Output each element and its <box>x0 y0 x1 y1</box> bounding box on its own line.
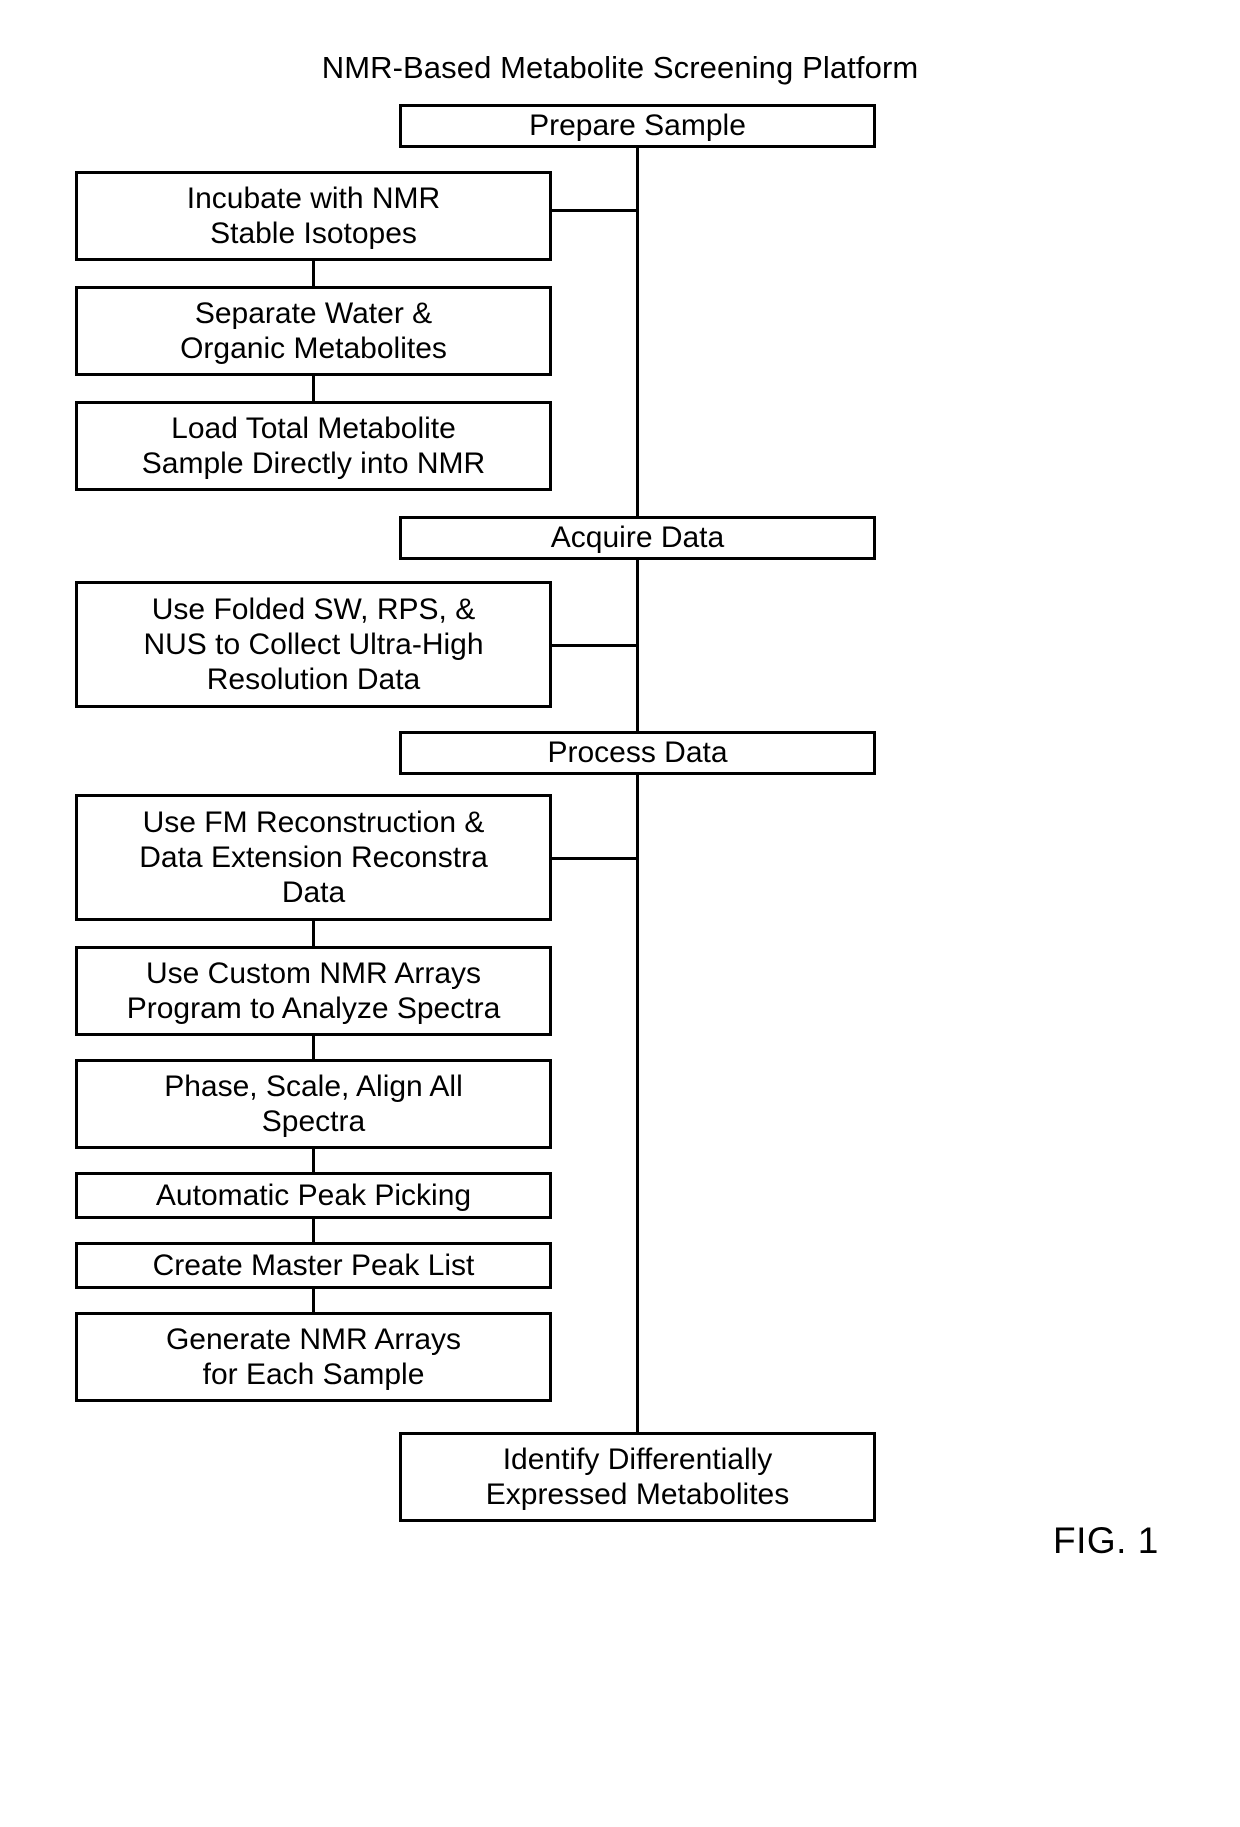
main-spine-segment-1 <box>636 104 639 534</box>
step-line-1: Use FM Reconstruction & <box>142 805 485 839</box>
connector-process-2-to-3 <box>312 1036 315 1059</box>
step-box-incubate-nmr-stable-isotopes[interactable]: Incubate with NMR Stable Isotopes <box>75 171 552 261</box>
step-text-incubate-nmr-stable-isotopes: Incubate with NMR Stable Isotopes <box>84 181 543 251</box>
figure-caption: FIG. 1 <box>1053 1520 1159 1561</box>
stage-box-process-data[interactable]: Process Data <box>399 731 876 775</box>
stage-label-prepare-sample: Prepare Sample <box>529 109 746 143</box>
step-line-2: Organic Metabolites <box>180 332 447 365</box>
step-box-separate-water-organic-metabolites[interactable]: Separate Water & Organic Metabolites <box>75 286 552 376</box>
connector-process-5-to-6 <box>312 1289 315 1312</box>
step-box-generate-nmr-arrays-each-sample[interactable]: Generate NMR Arrays for Each Sample <box>75 1312 552 1402</box>
step-line-1: Use Custom NMR Arrays <box>145 956 482 990</box>
step-text-create-master-peak-list: Create Master Peak List <box>152 1248 475 1282</box>
connector-acquire-branch <box>551 644 638 647</box>
stage-text-identify-differentially-expressed-metabolites: Identify Differentially Expressed Metabo… <box>408 1442 867 1512</box>
step-line-2: Program to Analyze Spectra <box>126 992 501 1025</box>
step-text-separate-water-organic-metabolites: Separate Water & Organic Metabolites <box>84 296 543 366</box>
connector-prepare-branch <box>551 209 638 212</box>
step-box-custom-nmr-arrays-program[interactable]: Use Custom NMR Arrays Program to Analyze… <box>75 946 552 1036</box>
stage-line-1: Identify Differentially <box>502 1442 773 1476</box>
step-line-1: Incubate with NMR <box>186 181 441 215</box>
step-line-2: Spectra <box>261 1105 366 1138</box>
step-line-3: Resolution Data <box>206 663 421 697</box>
step-line-2: NUS to Collect Ultra-High <box>143 627 484 661</box>
connector-process-branch <box>551 857 638 860</box>
step-box-fm-reconstruction-data-extension[interactable]: Use FM Reconstruction & Data Extension R… <box>75 794 552 921</box>
connector-prepare-1-to-2 <box>312 261 315 286</box>
step-text-custom-nmr-arrays-program: Use Custom NMR Arrays Program to Analyze… <box>84 956 543 1026</box>
stage-box-identify-differentially-expressed-metabolites[interactable]: Identify Differentially Expressed Metabo… <box>399 1432 876 1522</box>
step-box-create-master-peak-list[interactable]: Create Master Peak List <box>75 1242 552 1289</box>
step-box-phase-scale-align-spectra[interactable]: Phase, Scale, Align All Spectra <box>75 1059 552 1149</box>
stage-line-2: Expressed Metabolites <box>485 1478 790 1511</box>
step-text-generate-nmr-arrays-each-sample: Generate NMR Arrays for Each Sample <box>84 1322 543 1392</box>
step-line-2: Stable Isotopes <box>210 217 417 250</box>
main-spine-segment-3 <box>636 770 639 1432</box>
step-text-folded-sw-rps-nus: Use Folded SW, RPS, & NUS to Collect Ult… <box>84 592 543 697</box>
step-text-automatic-peak-picking: Automatic Peak Picking <box>155 1178 472 1212</box>
connector-process-1-to-2 <box>312 921 315 946</box>
step-line-2: for Each Sample <box>202 1358 425 1391</box>
flowchart-figure: NMR-Based Metabolite Screening Platform … <box>0 0 1240 1827</box>
figure-title: NMR-Based Metabolite Screening Platform <box>321 50 919 85</box>
connector-process-3-to-4 <box>312 1149 315 1172</box>
step-line-1: Load Total Metabolite <box>171 411 456 445</box>
step-line-2: Sample Directly into NMR <box>141 447 486 480</box>
step-text-fm-reconstruction-data-extension: Use FM Reconstruction & Data Extension R… <box>84 805 543 910</box>
step-line-1: Separate Water & <box>194 296 433 330</box>
step-line-3: Data <box>281 876 346 910</box>
stage-box-acquire-data[interactable]: Acquire Data <box>399 516 876 560</box>
stage-label-process-data: Process Data <box>547 736 728 770</box>
step-box-automatic-peak-picking[interactable]: Automatic Peak Picking <box>75 1172 552 1219</box>
step-text-phase-scale-align-spectra: Phase, Scale, Align All Spectra <box>84 1069 543 1139</box>
connector-prepare-2-to-3 <box>312 376 315 401</box>
step-line-2: Data Extension Reconstra <box>139 840 488 874</box>
stage-label-acquire-data: Acquire Data <box>550 521 725 555</box>
step-line-1: Phase, Scale, Align All <box>164 1069 463 1103</box>
step-box-folded-sw-rps-nus[interactable]: Use Folded SW, RPS, & NUS to Collect Ult… <box>75 581 552 708</box>
step-box-load-total-metabolite-sample[interactable]: Load Total Metabolite Sample Directly in… <box>75 401 552 491</box>
step-line-1: Use Folded SW, RPS, & <box>151 592 476 626</box>
stage-box-prepare-sample[interactable]: Prepare Sample <box>399 104 876 148</box>
step-line-1: Generate NMR Arrays <box>165 1322 462 1356</box>
connector-process-4-to-5 <box>312 1219 315 1242</box>
step-text-load-total-metabolite-sample: Load Total Metabolite Sample Directly in… <box>84 411 543 481</box>
